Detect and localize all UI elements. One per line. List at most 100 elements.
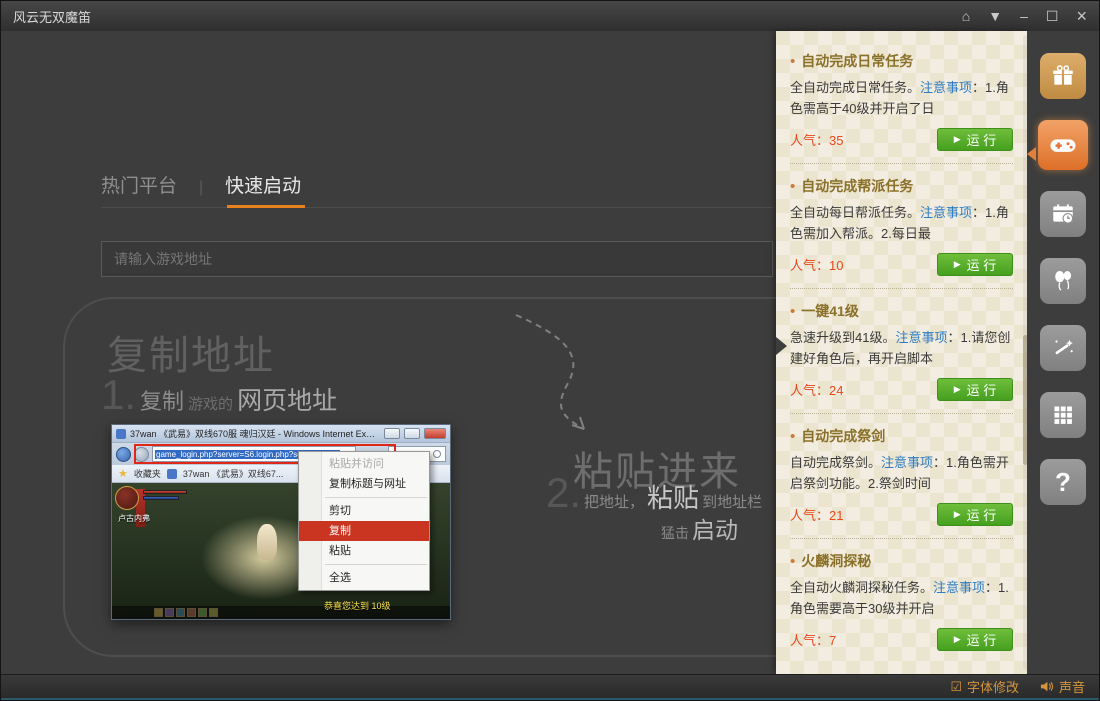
- browser-title: 37wan 《武易》双线670服 魂归汉廷 - Windows Internet…: [130, 427, 380, 440]
- notice-link[interactable]: 注意事项: [895, 330, 947, 345]
- bullet-icon: •: [790, 304, 795, 319]
- step1-caption: 1. 复制 游戏的 网页地址: [101, 371, 337, 419]
- minimize-button[interactable]: –: [1020, 9, 1028, 23]
- tab-bar: 热门平台 | 快速启动: [101, 171, 301, 198]
- menu-item-copy: 复制: [299, 521, 429, 541]
- task-description: 急速升级到41级。注意事项：1.请您创建好角色后，再开启脚本: [790, 327, 1013, 369]
- tab-active-indicator: [227, 205, 305, 208]
- play-icon: ▶: [954, 135, 961, 144]
- sidebar-item-help[interactable]: ?: [1040, 459, 1086, 505]
- task-item: • 自动完成祭剑 自动完成祭剑。注意事项：1.角色需开启祭剑功能。2.祭剑时间 …: [790, 426, 1013, 539]
- speaker-icon: [1039, 679, 1054, 694]
- help-icon: ?: [1055, 467, 1071, 498]
- titlebar[interactable]: 风云无双魔笛 ⌂ ▼ – ☐ ×: [1, 1, 1099, 31]
- main-content: 热门平台 | 快速启动 复制地址 1. 复制 游戏的 网页地址 粘贴进来: [1, 31, 776, 674]
- tab-hot-platform[interactable]: 热门平台: [101, 171, 177, 198]
- menu-item-select-all: 全选: [299, 568, 429, 588]
- active-icon-pointer: [1027, 147, 1036, 161]
- window-controls: ⌂ ▼ – ☐ ×: [962, 7, 1087, 25]
- sound-button[interactable]: 声音: [1039, 677, 1085, 696]
- game-avatar: [115, 486, 139, 510]
- play-icon: ▶: [954, 260, 961, 269]
- browser-forward-icon: [134, 447, 149, 462]
- task-description: 全自动火麟洞探秘任务。注意事项：1.角色需要高于30级并开启: [790, 577, 1013, 619]
- sidebar-item-tools[interactable]: [1040, 325, 1086, 371]
- notice-link[interactable]: 注意事项: [881, 455, 933, 470]
- font-modify-button[interactable]: ☑ 字体修改: [950, 677, 1019, 696]
- task-title: 自动完成祭剑: [801, 426, 885, 446]
- run-button[interactable]: ▶ 运 行: [937, 378, 1013, 401]
- notice-link[interactable]: 注意事项: [920, 80, 972, 95]
- maximize-button[interactable]: ☐: [1046, 9, 1059, 23]
- browser-titlebar: 37wan 《武易》双线670服 魂归汉廷 - Windows Internet…: [112, 425, 450, 443]
- tab-quick-launch[interactable]: 快速启动: [225, 171, 301, 198]
- popularity-label: 人气：35: [790, 130, 843, 149]
- browser-favicon: [116, 429, 126, 439]
- favorites-item-icon: [167, 469, 177, 479]
- browser-back-icon: [116, 447, 131, 462]
- menu-divider: [325, 497, 427, 498]
- app-window: 风云无双魔笛 ⌂ ▼ – ☐ × 热门平台 | 快速启动 复制地址 1. 复制: [0, 0, 1100, 701]
- close-button[interactable]: ×: [1076, 7, 1087, 25]
- task-item: • 自动完成帮派任务 全自动每日帮派任务。注意事项：1.角色需加入帮派。2.每日…: [790, 176, 1013, 289]
- notice-link[interactable]: 注意事项: [933, 580, 985, 595]
- browser-minimize-icon: [384, 428, 400, 439]
- task-item: • 自动完成日常任务 全自动完成日常任务。注意事项：1.角色需高于40级并开启了…: [790, 51, 1013, 164]
- run-button[interactable]: ▶ 运 行: [937, 628, 1013, 651]
- sidebar-item-events[interactable]: [1040, 258, 1086, 304]
- run-button[interactable]: ▶ 运 行: [937, 503, 1013, 526]
- favorites-star-icon: ★: [118, 467, 128, 480]
- sidebar-item-gift[interactable]: [1040, 53, 1086, 99]
- notice-link[interactable]: 注意事项: [920, 205, 972, 220]
- bullet-icon: •: [790, 554, 795, 569]
- menu-item-copy-title-url: 复制标题与网址: [299, 474, 429, 494]
- sidebar-item-gamepad[interactable]: [1038, 120, 1088, 170]
- sidebar-item-schedule[interactable]: [1040, 191, 1086, 237]
- play-icon: ▶: [954, 385, 961, 394]
- run-button[interactable]: ▶ 运 行: [937, 253, 1013, 276]
- favorites-item: 37wan 《武易》双线67...: [183, 467, 284, 480]
- run-button[interactable]: ▶ 运 行: [937, 128, 1013, 151]
- browser-maximize-icon: [404, 428, 420, 439]
- game-address-input[interactable]: [101, 241, 773, 277]
- task-title: 一键41级: [801, 301, 859, 321]
- dashed-arrow: [456, 303, 656, 443]
- task-item: • 火麟洞探秘 全自动火麟洞探秘任务。注意事项：1.角色需要高于30级并开启 人…: [790, 551, 1013, 663]
- magic-wand-icon: [1050, 335, 1076, 361]
- task-item: • 一键41级 急速升级到41级。注意事项：1.请您创建好角色后，再开启脚本 人…: [790, 301, 1013, 414]
- bullet-icon: •: [790, 429, 795, 444]
- popularity-label: 人气：24: [790, 380, 843, 399]
- play-icon: ▶: [954, 635, 961, 644]
- home-icon[interactable]: ⌂: [962, 9, 970, 23]
- skill-slot: [209, 608, 218, 617]
- skin-menu-icon[interactable]: ▼: [988, 9, 1002, 23]
- calendar-clock-icon: [1050, 201, 1076, 227]
- game-status-bars: [143, 490, 187, 500]
- context-menu: 粘贴并访问 复制标题与网址 剪切 复制 粘贴 全选: [298, 451, 430, 591]
- task-title: 自动完成日常任务: [801, 51, 913, 71]
- statusbar: ☑ 字体修改 声音: [1, 674, 1099, 700]
- menu-divider: [325, 564, 427, 565]
- sidebar-iconbar: ?: [1027, 31, 1099, 674]
- window-title: 风云无双魔笛: [13, 7, 91, 26]
- menu-item-paste-and-go: 粘贴并访问: [299, 454, 429, 474]
- task-panel: • 自动完成日常任务 全自动完成日常任务。注意事项：1.角色需高于40级并开启了…: [776, 31, 1029, 674]
- popularity-label: 人气：21: [790, 505, 843, 524]
- skill-slot: [176, 608, 185, 617]
- hp-bar: [143, 490, 187, 494]
- menu-item-cut: 剪切: [299, 501, 429, 521]
- level-up-toast: 恭喜您达到 10级: [324, 599, 391, 612]
- popularity-label: 人气：10: [790, 255, 843, 274]
- task-title: 火麟洞探秘: [801, 551, 871, 571]
- grid-icon: [1051, 403, 1075, 427]
- browser-screenshot: 37wan 《武易》双线670服 魂归汉廷 - Windows Internet…: [111, 424, 451, 620]
- task-description: 全自动每日帮派任务。注意事项：1.角色需加入帮派。2.每日最: [790, 202, 1013, 244]
- skill-slot: [187, 608, 196, 617]
- task-description: 自动完成祭剑。注意事项：1.角色需开启祭剑功能。2.祭剑时间: [790, 452, 1013, 494]
- app-body: 热门平台 | 快速启动 复制地址 1. 复制 游戏的 网页地址 粘贴进来: [1, 31, 1099, 674]
- tab-underline: [101, 207, 773, 208]
- sidebar-item-apps[interactable]: [1040, 392, 1086, 438]
- skill-slot: [165, 608, 174, 617]
- skill-slot: [198, 608, 207, 617]
- task-description: 全自动完成日常任务。注意事项：1.角色需高于40级并开启了日: [790, 77, 1013, 119]
